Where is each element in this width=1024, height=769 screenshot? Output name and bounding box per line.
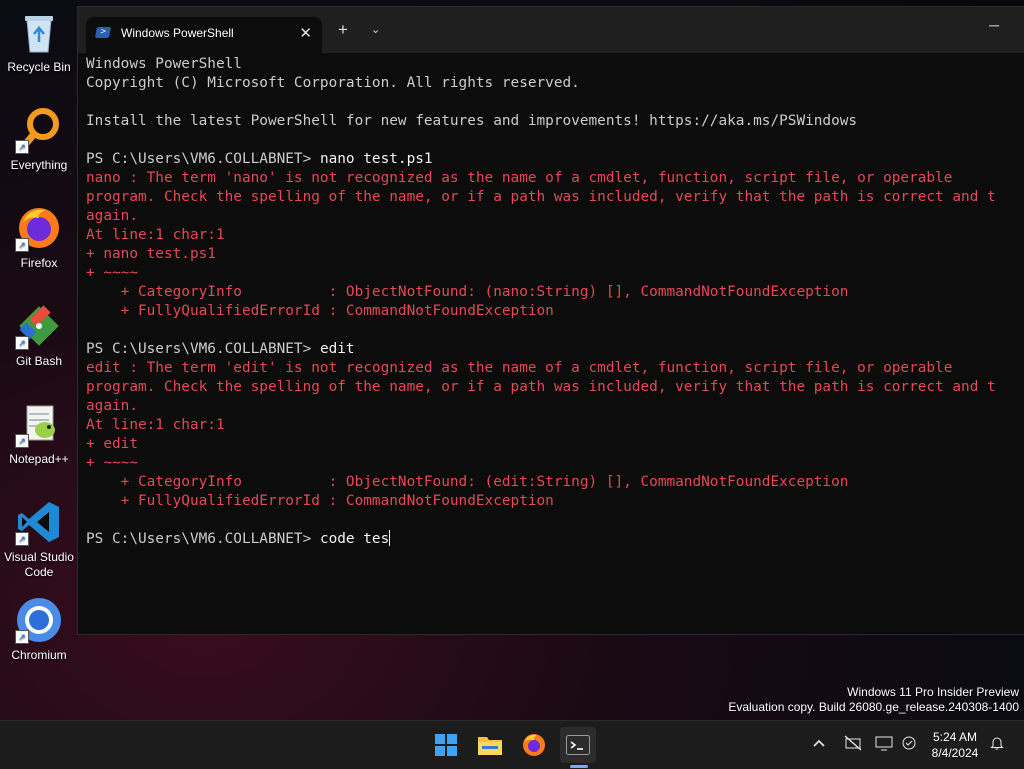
minimize-button[interactable]: ─ bbox=[989, 17, 999, 33]
desktop-icon-label: Recycle Bin bbox=[7, 60, 71, 74]
tab-windows-powershell[interactable]: > Windows PowerShell ✕ bbox=[86, 17, 322, 53]
title-bar[interactable]: > Windows PowerShell ✕ + ⌄ ─ bbox=[78, 7, 1024, 53]
console-line: again. bbox=[86, 398, 138, 414]
console-line: + FullyQualifiedErrorId : CommandNotFoun… bbox=[86, 493, 554, 509]
console-line: + edit bbox=[86, 436, 138, 452]
start-icon bbox=[435, 734, 457, 756]
console-output[interactable]: Windows PowerShell Copyright (C) Microsof… bbox=[86, 55, 1024, 549]
accessibility-icon[interactable] bbox=[901, 735, 917, 754]
console-line: + ~~~~ bbox=[86, 265, 138, 281]
shortcut-arrow-icon: ↗ bbox=[15, 336, 29, 350]
desktop-icon-recycle-bin[interactable]: Recycle Bin bbox=[0, 8, 78, 75]
console-line: + FullyQualifiedErrorId : CommandNotFoun… bbox=[86, 303, 554, 319]
active-prompt-line[interactable]: PS C:\Users\VM6.COLLABNET> code tes bbox=[86, 530, 1024, 549]
console-line: PS C:\Users\VM6.COLLABNET> edit bbox=[86, 340, 1024, 359]
network-off-icon[interactable] bbox=[844, 735, 862, 754]
console-line: PS C:\Users\VM6.COLLABNET> nano test.ps1 bbox=[86, 150, 1024, 169]
clock-time: 5:24 AM bbox=[932, 730, 978, 744]
git-bash-icon: ↗ bbox=[15, 302, 63, 350]
chevron-down-icon[interactable]: ⌄ bbox=[371, 23, 380, 36]
taskbar: 5:24 AM 8/4/2024 bbox=[0, 720, 1024, 769]
everything-search-icon: ↗ bbox=[15, 106, 63, 154]
evaluation-watermark: Windows 11 Pro Insider Preview Evaluatio… bbox=[728, 685, 1019, 715]
desktop-icon-label: Everything bbox=[10, 158, 68, 172]
notification-bell-icon[interactable] bbox=[989, 735, 1005, 754]
shortcut-arrow-icon: ↗ bbox=[15, 630, 29, 644]
console-line: nano : The term 'nano' is not recognized… bbox=[86, 170, 953, 186]
console-line: + nano test.ps1 bbox=[86, 246, 216, 262]
console-line: At line:1 char:1 bbox=[86, 417, 225, 433]
command-text: nano test.ps1 bbox=[319, 151, 433, 167]
close-tab-icon[interactable]: ✕ bbox=[299, 24, 312, 42]
shortcut-arrow-icon: ↗ bbox=[15, 238, 29, 252]
command-text: code tes bbox=[319, 531, 390, 547]
desktop-icon-notepad-plus-plus[interactable]: ↗ Notepad++ bbox=[0, 400, 78, 467]
powershell-icon: > bbox=[94, 27, 112, 38]
desktop-icon-firefox[interactable]: ↗ Firefox bbox=[0, 204, 78, 271]
console-line: again. bbox=[86, 208, 138, 224]
console-line: Windows PowerShell bbox=[86, 56, 242, 72]
desktop-icon-label: Notepad++ bbox=[9, 452, 69, 466]
taskbar-file-explorer[interactable] bbox=[472, 727, 508, 763]
text-cursor bbox=[389, 530, 391, 546]
file-explorer-icon bbox=[478, 737, 502, 755]
taskbar-firefox[interactable] bbox=[516, 727, 552, 763]
console-line: + ~~~~ bbox=[86, 455, 138, 471]
chevron-up-icon[interactable] bbox=[812, 735, 826, 751]
display-icon[interactable] bbox=[875, 735, 893, 754]
firefox-icon bbox=[523, 734, 545, 756]
console-line: Copyright (C) Microsoft Corporation. All… bbox=[86, 75, 580, 91]
console-line: At line:1 char:1 bbox=[86, 227, 225, 243]
notepad-plus-plus-icon: ↗ bbox=[15, 400, 63, 448]
tab-title: Windows PowerShell bbox=[121, 26, 234, 40]
recycle-bin-icon bbox=[15, 8, 63, 56]
desktop-icon-label: Git Bash bbox=[15, 354, 63, 368]
shortcut-arrow-icon: ↗ bbox=[15, 532, 29, 546]
shortcut-arrow-icon: ↗ bbox=[15, 140, 29, 154]
prompt-text: PS C:\Users\VM6.COLLABNET> bbox=[86, 341, 320, 357]
system-clock[interactable]: 5:24 AM 8/4/2024 bbox=[920, 729, 990, 761]
desktop-icon-label: Firefox bbox=[20, 256, 58, 270]
firefox-icon: ↗ bbox=[15, 204, 63, 252]
terminal-window[interactable]: > Windows PowerShell ✕ + ⌄ ─ Windows Pow… bbox=[77, 6, 1024, 635]
start-button[interactable] bbox=[428, 727, 464, 763]
chromium-icon: ↗ bbox=[15, 596, 63, 644]
console-line: Install the latest PowerShell for new fe… bbox=[86, 113, 858, 129]
desktop-icon-label: Chromium bbox=[11, 648, 67, 662]
console-line: + CategoryInfo : ObjectNotFound: (nano:S… bbox=[86, 284, 849, 300]
desktop-icon-vscode[interactable]: ↗ Visual Studio Code bbox=[0, 498, 78, 580]
console-line: edit : The term 'edit' is not recognized… bbox=[86, 360, 953, 376]
desktop-icon-everything[interactable]: ↗ Everything bbox=[0, 106, 78, 173]
command-text: edit bbox=[319, 341, 355, 357]
desktop-icon-chromium[interactable]: ↗ Chromium bbox=[0, 596, 78, 663]
vscode-icon: ↗ bbox=[15, 498, 63, 546]
watermark-line-1: Windows 11 Pro Insider Preview bbox=[847, 685, 1019, 699]
watermark-line-2: Evaluation copy. Build 26080.ge_release.… bbox=[728, 700, 1019, 714]
prompt-text: PS C:\Users\VM6.COLLABNET> bbox=[86, 151, 320, 167]
console-line: + CategoryInfo : ObjectNotFound: (edit:S… bbox=[86, 474, 849, 490]
terminal-icon bbox=[566, 735, 590, 755]
console-line: program. Check the spelling of the name,… bbox=[86, 189, 996, 205]
prompt-text: PS C:\Users\VM6.COLLABNET> bbox=[86, 531, 320, 547]
console-line: program. Check the spelling of the name,… bbox=[86, 379, 996, 395]
taskbar-terminal[interactable] bbox=[560, 727, 596, 763]
desktop-icon-label: Visual Studio Code bbox=[4, 550, 74, 579]
new-tab-button[interactable]: + bbox=[338, 20, 348, 40]
shortcut-arrow-icon: ↗ bbox=[15, 434, 29, 448]
desktop-icon-git-bash[interactable]: ↗ Git Bash bbox=[0, 302, 78, 369]
clock-date: 8/4/2024 bbox=[931, 746, 979, 760]
